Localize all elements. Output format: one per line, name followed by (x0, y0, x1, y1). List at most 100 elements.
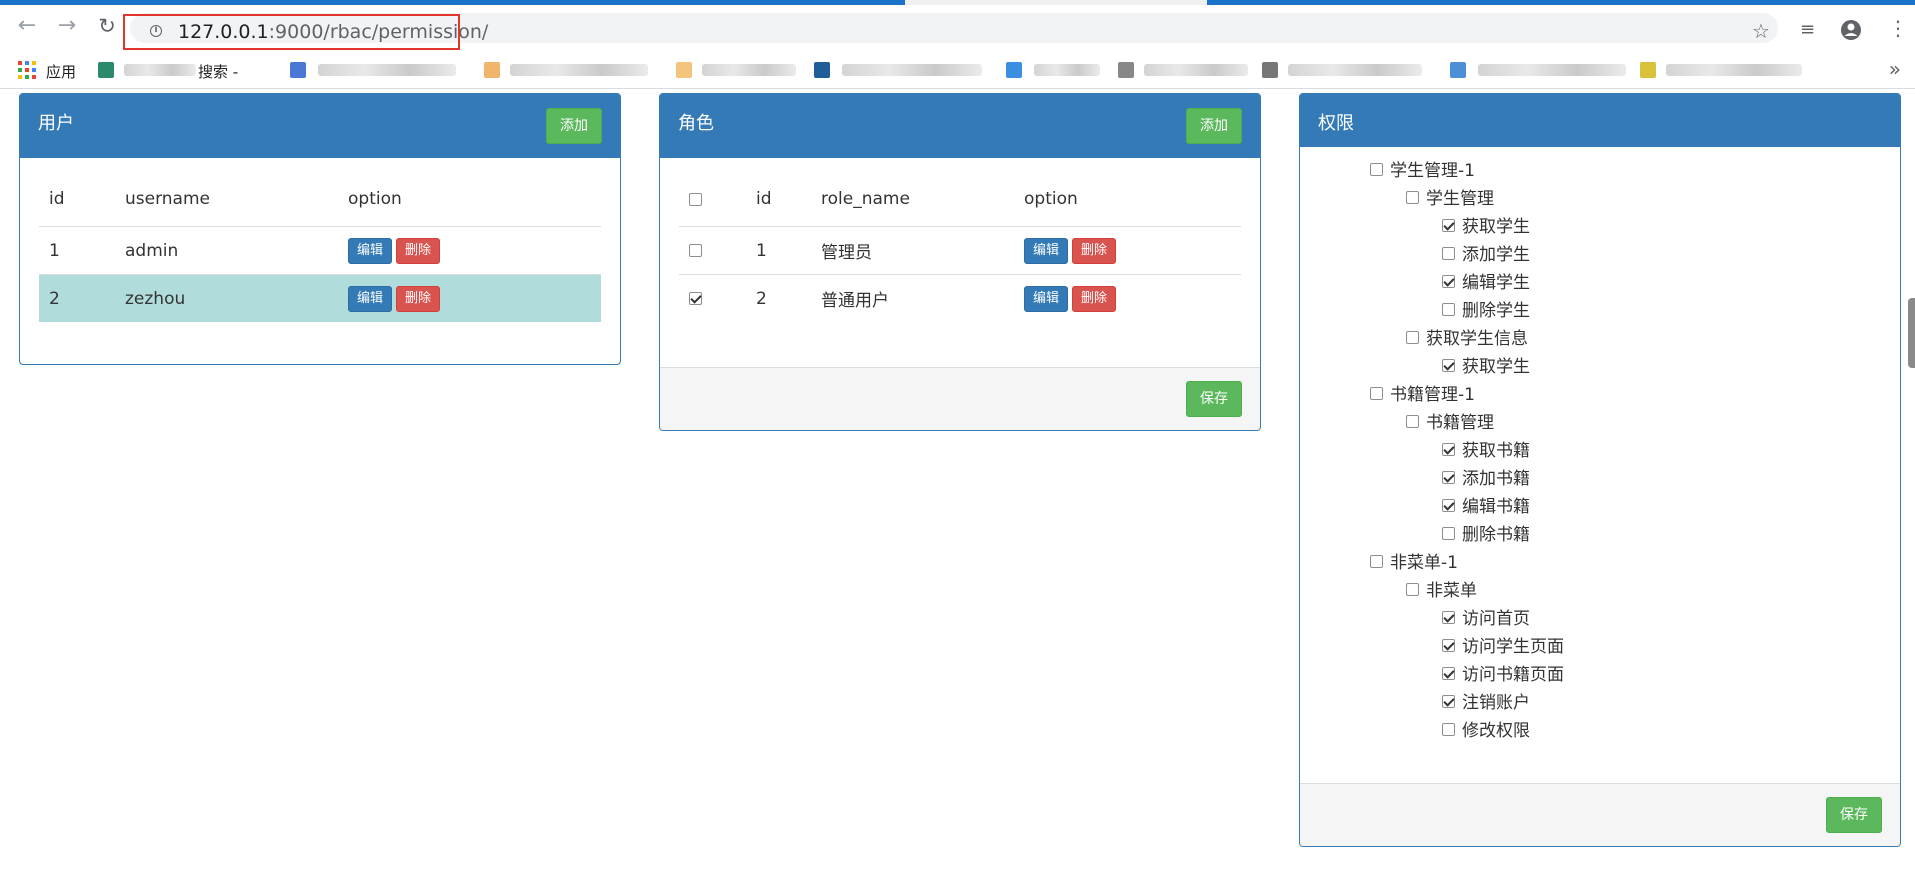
permission-label: 获取学生 (1462, 217, 1530, 237)
permission-item[interactable]: 书籍管理 (1406, 408, 1494, 433)
permission-item[interactable]: 获取学生 (1442, 352, 1530, 377)
bookmark-blurred[interactable] (510, 64, 648, 76)
arrow-left-icon[interactable]: ← (14, 13, 40, 39)
role-options: 编辑 删除 (1014, 274, 1241, 322)
permission-checkbox[interactable] (1442, 722, 1455, 736)
edit-user-button[interactable]: 编辑 (348, 237, 392, 264)
save-roles-button[interactable]: 保存 (1186, 381, 1242, 417)
role-checkbox[interactable] (689, 244, 702, 257)
user-id: 2 (39, 274, 115, 322)
permission-label: 获取学生 (1462, 357, 1530, 377)
bookmark-blurred[interactable] (1144, 64, 1248, 76)
apps-grid-icon[interactable] (18, 61, 36, 79)
media-icon[interactable]: ≡ (1800, 19, 1815, 40)
users-table: id username option 1 admin 编辑 删除 2 zezhou… (39, 172, 601, 322)
reload-icon[interactable]: ↻ (94, 13, 120, 39)
bookmark-favicon (1640, 62, 1656, 78)
permission-label: 删除书籍 (1462, 525, 1530, 545)
permission-checkbox[interactable] (1442, 442, 1455, 456)
permission-item[interactable]: 非菜单-1 (1370, 548, 1458, 573)
menu-icon[interactable]: ⋮ (1888, 18, 1908, 38)
permission-item[interactable]: 访问书籍页面 (1442, 660, 1564, 685)
permission-item[interactable]: 编辑书籍 (1442, 492, 1530, 517)
permission-item[interactable]: 非菜单 (1406, 576, 1477, 601)
permission-checkbox[interactable] (1442, 638, 1455, 652)
permission-label: 删除学生 (1462, 301, 1530, 321)
permission-checkbox[interactable] (1406, 414, 1419, 428)
table-row[interactable]: 2 普通用户 编辑 删除 (679, 274, 1241, 322)
edit-role-button[interactable]: 编辑 (1024, 237, 1068, 264)
permission-checkbox[interactable] (1406, 190, 1419, 204)
permission-item[interactable]: 学生管理-1 (1370, 156, 1475, 181)
permission-item[interactable]: 获取学生信息 (1406, 324, 1528, 349)
bookmark-blurred[interactable] (318, 64, 456, 76)
column-header-username: username (115, 172, 338, 227)
add-user-button[interactable]: 添加 (546, 108, 602, 144)
permission-checkbox[interactable] (1442, 358, 1455, 372)
permission-label: 获取学生信息 (1426, 329, 1528, 349)
permission-checkbox[interactable] (1442, 218, 1455, 232)
bookmark-blurred[interactable] (1034, 64, 1100, 76)
column-header-role-name: role_name (811, 172, 1014, 227)
permission-checkbox[interactable] (1442, 498, 1455, 512)
permission-checkbox[interactable] (1442, 302, 1455, 316)
permission-checkbox[interactable] (1406, 582, 1419, 596)
roles-panel-title: 角色 (678, 113, 714, 134)
permission-item[interactable]: 访问学生页面 (1442, 632, 1564, 657)
table-row[interactable]: 2 zezhou 编辑 删除 (39, 274, 601, 322)
bookmark-blurred[interactable] (1666, 64, 1802, 76)
permission-item[interactable]: 访问首页 (1442, 604, 1530, 629)
scrollbar-handle[interactable] (1908, 298, 1915, 368)
delete-role-button[interactable]: 删除 (1072, 285, 1116, 312)
permission-checkbox[interactable] (1370, 162, 1383, 176)
permission-item[interactable]: 添加书籍 (1442, 464, 1530, 489)
role-id: 2 (746, 274, 811, 322)
permission-item[interactable]: 删除书籍 (1442, 520, 1530, 545)
star-icon[interactable]: ☆ (1752, 19, 1770, 43)
table-row[interactable]: 1 管理员 编辑 删除 (679, 226, 1241, 275)
edit-user-button[interactable]: 编辑 (348, 285, 392, 312)
permission-item[interactable]: 编辑学生 (1442, 268, 1530, 293)
permission-item[interactable]: 添加学生 (1442, 240, 1530, 265)
permission-item[interactable]: 删除学生 (1442, 296, 1530, 321)
delete-user-button[interactable]: 删除 (396, 285, 440, 312)
arrow-right-icon[interactable]: → (54, 13, 80, 39)
permission-item[interactable]: 修改权限 (1442, 716, 1530, 741)
permission-item[interactable]: 获取书籍 (1442, 436, 1530, 461)
bookmark-apps[interactable]: 应用 (46, 61, 76, 82)
permission-item[interactable]: 获取学生 (1442, 212, 1530, 237)
permission-item[interactable]: 书籍管理-1 (1370, 380, 1475, 405)
permission-checkbox[interactable] (1442, 666, 1455, 680)
select-all-checkbox[interactable] (689, 192, 702, 206)
permission-checkbox[interactable] (1442, 274, 1455, 288)
table-row[interactable]: 1 admin 编辑 删除 (39, 226, 601, 275)
bookmark-favicon (98, 62, 114, 78)
add-role-button[interactable]: 添加 (1186, 108, 1242, 144)
permission-label: 访问书籍页面 (1462, 665, 1564, 685)
bookmark-blurred[interactable] (842, 64, 982, 76)
save-permissions-button[interactable]: 保存 (1826, 797, 1882, 833)
bookmark-blurred[interactable] (1478, 64, 1626, 76)
permission-checkbox[interactable] (1442, 246, 1455, 260)
edit-role-button[interactable]: 编辑 (1024, 285, 1068, 312)
roles-table: id role_name option 1 管理员 编辑 删除 2 普通用户 编辑… (679, 172, 1241, 322)
bookmark-blurred[interactable] (702, 64, 796, 76)
table-header-row: id username option (39, 172, 601, 227)
role-checkbox[interactable] (689, 292, 702, 305)
permission-checkbox[interactable] (1370, 386, 1383, 400)
bookmark-search[interactable]: 搜索 - (198, 61, 238, 82)
delete-user-button[interactable]: 删除 (396, 237, 440, 264)
permission-item[interactable]: 学生管理 (1406, 184, 1494, 209)
permission-checkbox[interactable] (1442, 470, 1455, 484)
bookmark-blurred[interactable] (124, 64, 196, 76)
account-icon[interactable] (1840, 19, 1862, 46)
permission-checkbox[interactable] (1442, 610, 1455, 624)
permission-checkbox[interactable] (1406, 330, 1419, 344)
permission-checkbox[interactable] (1442, 694, 1455, 708)
delete-role-button[interactable]: 删除 (1072, 237, 1116, 264)
permission-checkbox[interactable] (1442, 526, 1455, 540)
chevron-right-icon[interactable]: » (1889, 57, 1901, 81)
bookmark-blurred[interactable] (1288, 64, 1422, 76)
permission-item[interactable]: 注销账户 (1442, 688, 1530, 713)
permission-checkbox[interactable] (1370, 554, 1383, 568)
